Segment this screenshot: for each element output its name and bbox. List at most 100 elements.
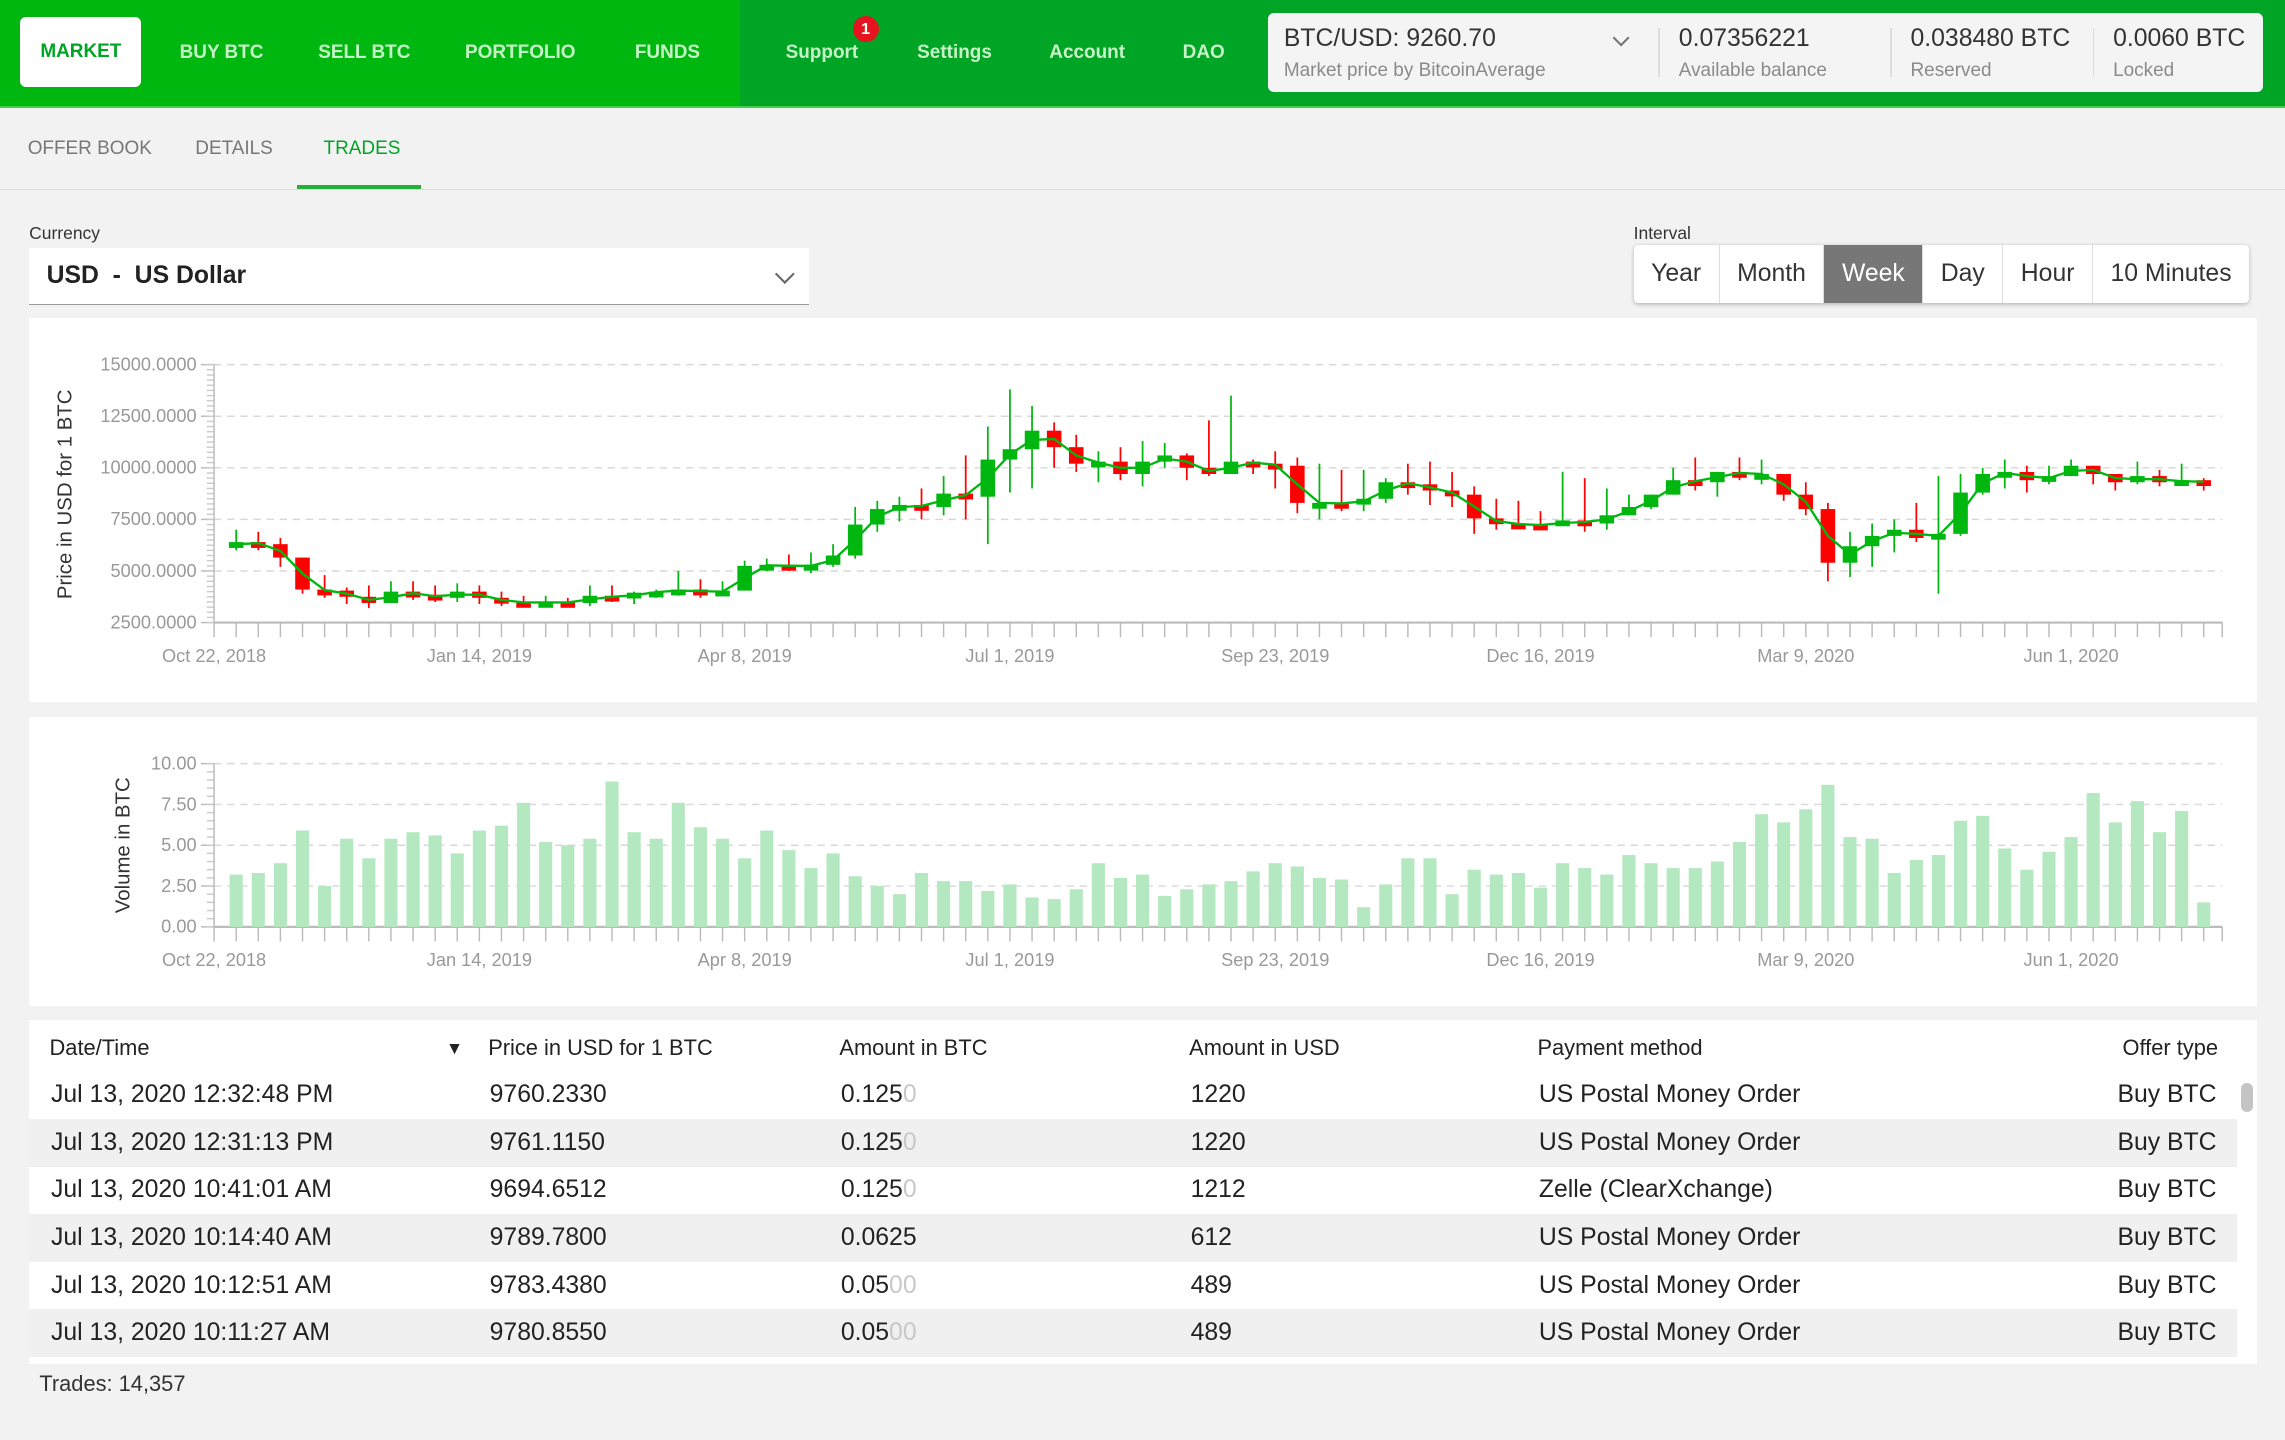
nav-funds[interactable]: FUNDS xyxy=(635,0,700,106)
y-tick-label: 12500.0000 xyxy=(101,406,197,426)
volume-bar xyxy=(671,802,686,927)
balance-panel: BTC/USD: 9260.70 Market price by Bitcoin… xyxy=(1267,13,2264,92)
volume-bar xyxy=(804,868,818,927)
x-tick-label: Jul 1, 2019 xyxy=(966,950,1055,970)
volume-bar xyxy=(2042,851,2056,927)
y-tick-label: 5.00 xyxy=(161,835,196,855)
table-row[interactable]: Jul 13, 2020 10:12:51 AM 9783.4380 0.050… xyxy=(29,1262,2237,1310)
volume-bar xyxy=(1821,784,1835,927)
volume-bar xyxy=(561,845,575,927)
interval-month[interactable]: Month xyxy=(1720,244,1825,304)
volume-bar xyxy=(870,886,884,927)
cell-amount-btc: 0.1250 xyxy=(841,1166,917,1214)
tab-offer-book[interactable]: OFFER BOOK xyxy=(28,109,152,189)
tab-trades[interactable]: TRADES xyxy=(324,109,401,189)
table-row[interactable]: Jul 13, 2020 10:11:27 AM 9780.8550 0.050… xyxy=(29,1309,2237,1358)
col-date[interactable]: Date/Time xyxy=(50,1024,150,1072)
volume-bar xyxy=(782,850,796,927)
market-selector-chevron-icon[interactable] xyxy=(1612,29,1630,47)
x-tick-label: Jan 14, 2019 xyxy=(427,950,532,970)
interval-year[interactable]: Year xyxy=(1634,244,1720,304)
nav-buy-btc[interactable]: BUY BTC xyxy=(180,0,264,106)
amount-value: 0.125 xyxy=(840,1176,903,1204)
divider xyxy=(1890,27,1892,78)
volume-bar xyxy=(1136,874,1150,927)
volume-bar xyxy=(2130,801,2145,927)
nav-account[interactable]: Account xyxy=(1049,0,1125,106)
cell-payment-method: Zelle (ClearXchange) xyxy=(1538,1176,1773,1204)
cell-amount-usd: 612 xyxy=(1190,1224,1232,1252)
interval-label: Interval xyxy=(1633,222,1691,243)
x-tick-label: Mar 9, 2020 xyxy=(1757,646,1854,666)
volume-bar xyxy=(1357,907,1371,927)
col-amount-usd[interactable]: Amount in USD xyxy=(1189,1024,1340,1072)
table-row[interactable]: Jul 13, 2020 10:14:40 AM 9789.7800 0.062… xyxy=(29,1214,2237,1263)
currency-value: USD - US Dollar xyxy=(46,261,247,289)
volume-chart-panel: 10.00 7.50 5.00 2.50 0.00 Oct 22, 2018 Jan 14,… xyxy=(29,716,2258,1006)
volume-bar xyxy=(1644,863,1658,927)
volume-bar xyxy=(716,838,730,927)
nav-settings[interactable]: Settings xyxy=(917,0,992,106)
nav-sell-btc[interactable]: SELL BTC xyxy=(318,0,410,106)
cell-amount-btc: 0.0500 xyxy=(841,1262,917,1310)
volume-bar xyxy=(1158,895,1172,927)
volume-bar xyxy=(1600,874,1614,927)
table-row[interactable]: Jul 13, 2020 12:31:13 PM 9761.1150 0.125… xyxy=(29,1118,2237,1167)
currency-select[interactable]: USD - US Dollar xyxy=(29,247,809,305)
amount-value: 0.0625 xyxy=(840,1224,917,1252)
cell-amount-usd: 1212 xyxy=(1190,1176,1246,1204)
volume-bar xyxy=(2086,792,2100,927)
table-header: Date/Time ▼ Price in USD for 1 BTC Amoun… xyxy=(29,1024,2237,1073)
market-price: BTC/USD: 9260.70 xyxy=(1283,24,1496,52)
volume-bar xyxy=(1091,863,1106,927)
volume-bar xyxy=(1180,889,1194,927)
col-amount-btc[interactable]: Amount in BTC xyxy=(839,1024,987,1072)
x-tick-label: Jan 14, 2019 xyxy=(427,646,532,666)
sort-descending-icon[interactable]: ▼ xyxy=(446,1024,463,1072)
y-tick-label: 7.50 xyxy=(161,794,196,814)
volume-bar xyxy=(1335,879,1349,927)
cell-date: Jul 13, 2020 12:32:48 PM xyxy=(51,1081,334,1109)
tab-details[interactable]: DETAILS xyxy=(195,109,273,189)
volume-bar xyxy=(627,832,641,927)
volume-bar xyxy=(1069,889,1083,927)
volume-bar xyxy=(296,830,310,927)
locked-balance: 0.0060 BTC xyxy=(2113,24,2246,52)
nav-market[interactable]: MARKET xyxy=(20,17,142,88)
col-price[interactable]: Price in USD for 1 BTC xyxy=(488,1024,713,1072)
volume-bar xyxy=(1290,866,1305,927)
interval-week[interactable]: Week xyxy=(1824,244,1924,304)
nav-dao[interactable]: DAO xyxy=(1183,0,1225,106)
amount-value: 0.125 xyxy=(840,1128,903,1156)
table-scrollbar[interactable] xyxy=(2241,1082,2253,1112)
cell-payment-method: US Postal Money Order xyxy=(1538,1319,1801,1347)
volume-bar xyxy=(495,825,509,927)
cell-offer-type: Buy BTC xyxy=(2117,1224,2217,1252)
trades-count: Trades: 14,357 xyxy=(39,1371,186,1397)
nav-support[interactable]: Support xyxy=(786,0,859,106)
price-candlestick-chart: 15000.0000 12500.0000 10000.0000 7500.0000 5… xyxy=(54,354,2224,666)
table-row[interactable]: Jul 13, 2020 12:32:48 PM 9760.2330 0.125… xyxy=(29,1071,2237,1119)
volume-bar-chart: 10.00 7.50 5.00 2.50 0.00 Oct 22, 2018 Jan 14,… xyxy=(113,753,2224,970)
interval-hour[interactable]: Hour xyxy=(2003,244,2093,304)
y-tick-label: 5000.0000 xyxy=(111,561,197,581)
volume-bar xyxy=(1666,868,1680,927)
volume-bar xyxy=(848,876,862,927)
cell-price: 9694.6512 xyxy=(489,1176,607,1204)
interval-day[interactable]: Day xyxy=(1923,244,2004,304)
amount-padding: 00 xyxy=(889,1319,917,1347)
cell-amount-usd: 489 xyxy=(1190,1271,1232,1299)
volume-bar xyxy=(384,838,398,927)
interval-10-minutes[interactable]: 10 Minutes xyxy=(2093,245,2249,303)
nav-portfolio[interactable]: PORTFOLIO xyxy=(465,0,575,106)
volume-bar xyxy=(1401,858,1415,927)
volume-bar xyxy=(1268,863,1282,927)
volume-bar xyxy=(340,838,354,927)
col-offer-type[interactable]: Offer type xyxy=(2122,1024,2218,1072)
cell-amount-usd: 1220 xyxy=(1190,1081,1246,1109)
cell-amount-btc: 0.1250 xyxy=(841,1071,917,1119)
x-tick-label: Sep 23, 2019 xyxy=(1221,646,1329,666)
y-tick-label: 0.00 xyxy=(161,917,196,937)
table-row[interactable]: Jul 13, 2020 10:41:01 AM 9694.6512 0.125… xyxy=(29,1166,2237,1214)
col-payment-method[interactable]: Payment method xyxy=(1537,1024,1702,1072)
